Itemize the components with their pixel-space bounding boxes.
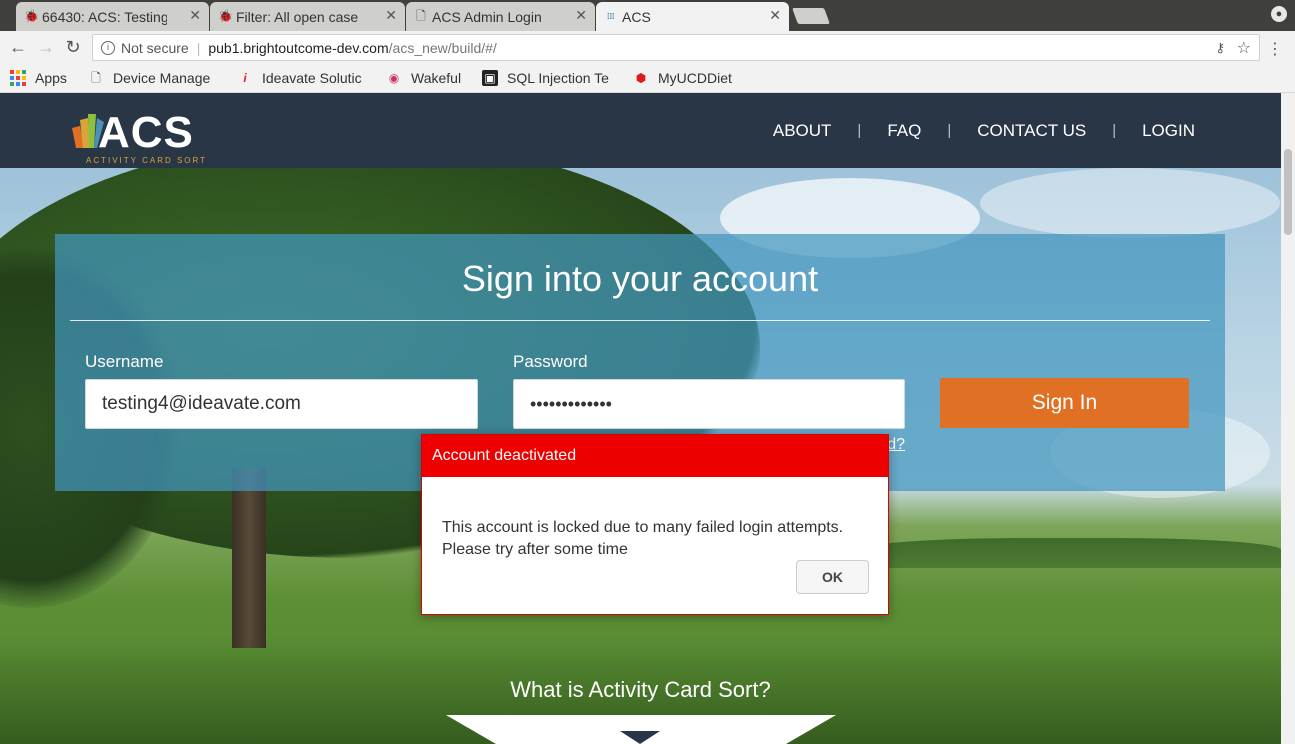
alert-dialog: Account deactivated This account is lock… <box>421 434 889 615</box>
bug-icon: 🐞 <box>218 9 233 23</box>
page-icon: 🗋 <box>416 9 426 23</box>
treeline <box>860 538 1281 568</box>
cloud <box>980 168 1280 238</box>
browser-toolbar: ← → ↻ i Not secure | pub1.brightoutcome-… <box>0 31 1295 64</box>
apps-icon <box>10 70 26 86</box>
browser-tab[interactable]: 🗋 ACS Admin Login ✕ <box>406 2 595 31</box>
star-icon[interactable]: ☆ <box>1237 38 1251 58</box>
menu-icon[interactable]: ⋮ <box>1267 39 1283 59</box>
logo-tagline: ACTIVITY CARD SORT <box>86 156 208 165</box>
nav-contact[interactable]: CONTACT US <box>977 121 1086 141</box>
bug-icon: 🐞 <box>24 9 39 23</box>
close-icon[interactable]: ✕ <box>189 7 201 24</box>
tab-title: ACS Admin Login <box>432 8 542 25</box>
nav-about[interactable]: ABOUT <box>773 121 832 141</box>
page-scrollbar[interactable] <box>1281 93 1295 744</box>
nav-separator: | <box>857 122 862 139</box>
ok-button[interactable]: OK <box>796 560 869 594</box>
bookmark-label: Apps <box>35 70 67 86</box>
password-label: Password <box>513 352 588 371</box>
page-viewport: ACS ACTIVITY CARD SORT ABOUT | FAQ | CON… <box>0 93 1281 744</box>
tab-title: 66430: ACS: Testing <box>42 8 167 25</box>
cube-icon: ▣ <box>482 70 498 86</box>
angular-icon: ⬢ <box>635 71 647 85</box>
bookmark-label: MyUCDDiet <box>658 70 732 86</box>
dialog-title: Account deactivated <box>422 435 888 477</box>
bookmark-label: SQL Injection Te <box>507 70 609 86</box>
bookmark-item[interactable]: i Ideavate Solutic <box>237 70 374 86</box>
username-label: Username <box>85 352 164 371</box>
acs-logo[interactable]: ACS ACTIVITY CARD SORT <box>70 108 210 168</box>
sign-in-button[interactable]: Sign In <box>940 378 1189 428</box>
back-icon[interactable]: ← <box>8 37 28 57</box>
url-host: pub1.brightoutcome-dev.com <box>208 39 389 56</box>
bookmark-label: Wakeful <box>411 70 462 86</box>
site-nav: ABOUT | FAQ | CONTACT US | LOGIN <box>773 93 1210 168</box>
circle-icon: ◉ <box>388 71 400 85</box>
security-label: Not secure <box>121 39 189 56</box>
divider <box>70 320 1210 321</box>
nav-faq[interactable]: FAQ <box>887 121 921 141</box>
nav-login[interactable]: LOGIN <box>1127 121 1210 141</box>
bookmark-item[interactable]: ⬢ MyUCDDiet <box>633 70 732 86</box>
nav-separator: | <box>947 122 952 139</box>
username-input[interactable]: testing4@ideavate.com <box>85 379 478 429</box>
nav-separator: | <box>1112 122 1117 139</box>
site-header: ACS ACTIVITY CARD SORT ABOUT | FAQ | CON… <box>0 93 1281 168</box>
bookmark-item[interactable]: ◉ Wakeful <box>386 70 461 86</box>
key-icon[interactable]: ⚷ <box>1215 40 1225 56</box>
separator: | <box>196 39 201 56</box>
new-tab-button[interactable] <box>792 8 830 24</box>
bookmark-label: Device Manage <box>113 70 211 86</box>
close-icon[interactable]: ✕ <box>385 7 397 24</box>
reload-icon[interactable]: ↻ <box>63 37 83 57</box>
logo-text: ACS <box>98 108 194 157</box>
tab-title: ACS <box>622 8 651 25</box>
info-icon[interactable]: i <box>101 40 115 55</box>
close-icon[interactable]: ✕ <box>575 7 587 24</box>
browser-tab[interactable]: 🐞 66430: ACS: Testing ✕ <box>16 2 209 31</box>
scrollbar-thumb[interactable] <box>1284 149 1292 235</box>
bookmark-item[interactable]: ▣ SQL Injection Te <box>482 70 618 86</box>
bookmark-label: Ideavate Solutic <box>262 70 362 86</box>
bookmark-apps[interactable]: Apps <box>10 70 67 86</box>
url-path: /acs_new/build/#/ <box>388 39 497 56</box>
forward-icon[interactable]: → <box>36 37 56 57</box>
bookmark-item[interactable]: 🗋 Device Manage <box>88 70 222 86</box>
address-bar[interactable]: i Not secure | pub1.brightoutcome-dev.co… <box>92 34 1260 61</box>
nav-login-label: LOGIN <box>1142 120 1195 140</box>
scroll-down-arrow-icon[interactable] <box>620 731 660 744</box>
browser-tab[interactable]: 🐞 Filter: All open case ✕ <box>210 2 405 31</box>
signin-title: Sign into your account <box>461 258 819 299</box>
bookmarks-bar: Apps 🗋 Device Manage i Ideavate Solutic … <box>0 64 1295 93</box>
close-icon[interactable]: ✕ <box>769 7 781 24</box>
tab-strip: 🐞 66430: ACS: Testing ✕ 🐞 Filter: All op… <box>0 0 1295 31</box>
password-input[interactable]: ••••••••••••• <box>513 379 905 429</box>
acs-icon: 𝍖 <box>606 11 616 21</box>
dialog-message: This account is locked due to many faile… <box>442 519 844 558</box>
profile-icon[interactable]: ● <box>1271 6 1287 22</box>
tree-trunk <box>232 468 266 648</box>
browser-tab-active[interactable]: 𝍖 ACS ✕ <box>596 2 789 31</box>
tab-title: Filter: All open case <box>236 8 359 25</box>
info-i-icon: i <box>243 71 247 85</box>
page-icon: 🗋 <box>91 71 101 85</box>
section-heading: What is Activity Card Sort? <box>510 677 771 702</box>
bottom-strip <box>0 715 446 744</box>
